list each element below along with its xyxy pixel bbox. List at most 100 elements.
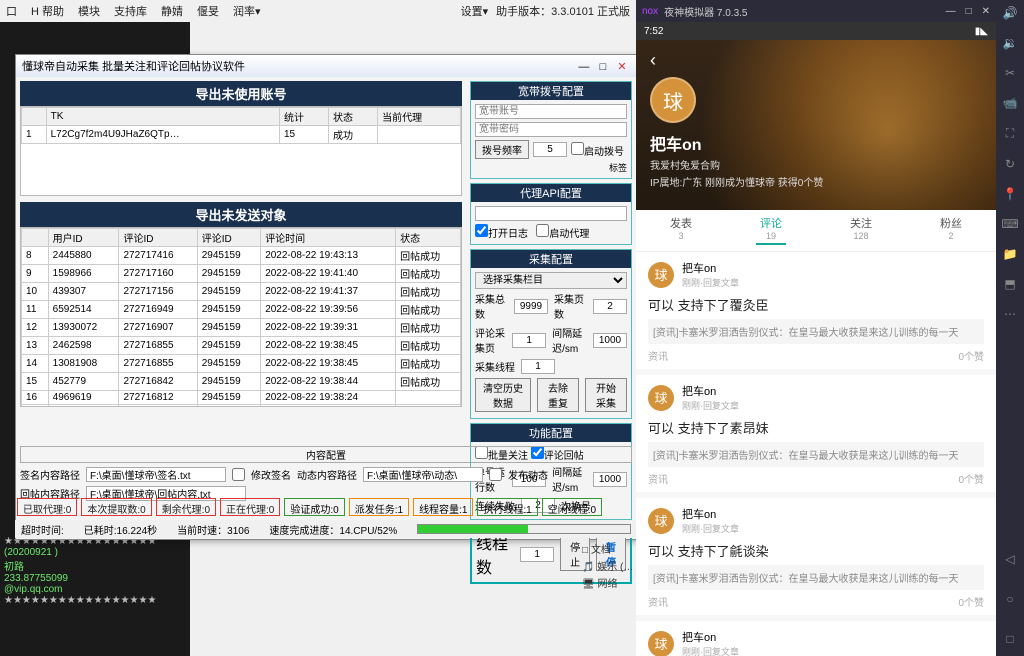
avatar-icon: 球: [648, 385, 674, 411]
dedup-button[interactable]: 去除重复: [537, 378, 579, 412]
dial-freq-input[interactable]: [533, 142, 567, 157]
table-row[interactable]: 11659251427271694929451592022-08-22 19:3…: [22, 301, 461, 319]
menu-item[interactable]: 偃旻: [197, 3, 219, 19]
table-row[interactable]: 121393007227271690729451592022-08-22 19:…: [22, 319, 461, 337]
func-title: 功能配置: [471, 424, 631, 442]
table-row[interactable]: 1L72Cg7f2m4U9JHaZ6QTp…15成功: [22, 126, 461, 144]
avatar[interactable]: 球: [650, 77, 696, 123]
menu-item[interactable]: H 帮助: [31, 3, 64, 19]
home-key-icon[interactable]: ○: [1006, 592, 1013, 606]
accounts-table[interactable]: TK统计状态当前代理 1L72Cg7f2m4U9JHaZ6QTp…15成功: [21, 107, 461, 144]
back-key-icon[interactable]: ◁: [1005, 552, 1014, 566]
minimize-icon[interactable]: —: [576, 61, 592, 73]
fullscreen-icon[interactable]: ⛶: [1006, 126, 1014, 141]
menu-item[interactable]: 润率▾: [233, 3, 261, 19]
tab-评论[interactable]: 评论19: [726, 210, 816, 251]
collect-select[interactable]: 选择采集栏目: [475, 272, 627, 289]
stars-line: ★★★★★★★★★★★★★★★★★: [4, 595, 186, 606]
camera-icon[interactable]: 📹: [1003, 96, 1018, 110]
keyboard-icon[interactable]: ⌨: [1001, 217, 1018, 231]
tree-item[interactable]: 🎵 娱乐 (…: [582, 557, 633, 574]
vol-down-icon[interactable]: 🔉: [1003, 36, 1018, 50]
apk-icon[interactable]: ⬒: [1004, 277, 1015, 291]
sim-sidebar: 🔊 🔉 ✂ 📹 ⛶ ↻ 📍 ⌨ 📁 ⬒ ⋯ ◁ ○ □: [996, 0, 1024, 656]
rotate-icon[interactable]: ↻: [1005, 157, 1015, 171]
api-input[interactable]: [475, 206, 627, 221]
simulator: nox 夜神模拟器 7.0.3.5 — □ ✕ 7:52 ▮◣ ‹ 球 把车on…: [636, 0, 1024, 656]
dyn-path-input[interactable]: [363, 467, 483, 482]
clear-history-button[interactable]: 清空历史数据: [475, 378, 531, 412]
mod-sign-checkbox[interactable]: [232, 468, 245, 481]
tree-item[interactable]: □ 文档: [582, 540, 633, 557]
export-unused-title: 导出未使用账号: [20, 81, 462, 106]
tree-item[interactable]: 🖥 网络: [582, 574, 633, 591]
sim-max-icon[interactable]: □: [966, 6, 972, 17]
menu-item[interactable]: 模块: [78, 3, 100, 19]
dial-config: 宽带拨号配置 拨号频率 启动拨号 标签: [470, 81, 632, 179]
thread-input[interactable]: [521, 359, 555, 374]
comment-item[interactable]: 球把车on刚刚·回复文章可以 支持下了素昂妹[资讯]卡塞米罗泪洒告别仪式：在皇马…: [636, 375, 996, 492]
comment-item[interactable]: 球把车on刚刚·回复文章可以 支持下了覆灸臣[资讯]卡塞米罗泪洒告别仪式：在皇马…: [636, 252, 996, 369]
log-checkbox[interactable]: [475, 224, 488, 237]
comment-item[interactable]: 球把车on刚刚·回复文章可以 支持下了毹谈染[资讯]卡塞米罗泪洒告别仪式：在皇马…: [636, 498, 996, 615]
menu-item[interactable]: 静婧: [161, 3, 183, 19]
recent-key-icon[interactable]: □: [1006, 632, 1013, 646]
dial-start-checkbox[interactable]: [571, 142, 584, 155]
commentpg-input[interactable]: [512, 333, 546, 348]
pages-input[interactable]: [593, 299, 627, 314]
pub-dyn-checkbox[interactable]: [489, 468, 502, 481]
pages-label: 采集页数: [554, 291, 587, 321]
sign-path-input[interactable]: [86, 467, 226, 482]
api-config: 代理API配置 打开日志 启动代理: [470, 183, 632, 245]
more-icon[interactable]: ⋯: [1004, 307, 1016, 321]
version-label: 助手版本：3.3.0101 正式版: [496, 3, 630, 19]
menu-settings[interactable]: 设置▾: [461, 3, 489, 19]
dial-password-input[interactable]: [475, 122, 627, 137]
dial-account-input[interactable]: [475, 104, 627, 119]
table-row[interactable]: 171319353727271675129451592022-08-22 19:…: [22, 405, 461, 408]
tab-粉丝[interactable]: 粉丝2: [906, 210, 996, 251]
vol-up-icon[interactable]: 🔊: [1003, 6, 1018, 20]
dial-freq-button[interactable]: 拨号频率: [475, 140, 529, 159]
proxy-start-checkbox[interactable]: [536, 224, 549, 237]
close-icon[interactable]: ✕: [614, 60, 630, 73]
elapsed-label: 已耗时:16.224秒: [84, 522, 157, 537]
sim-close-icon[interactable]: ✕: [982, 6, 990, 17]
table-row[interactable]: 1043930727271715629451592022-08-22 19:41…: [22, 283, 461, 301]
folder-icon[interactable]: 📁: [1003, 247, 1018, 261]
start-collect-button[interactable]: 开始采集: [585, 378, 627, 412]
table-row[interactable]: 16496961927271681229451592022-08-22 19:3…: [22, 391, 461, 405]
runthread-input[interactable]: [520, 547, 554, 562]
comment-list[interactable]: 球把车on刚刚·回复文章可以 支持下了覆灸臣[资讯]卡塞米罗泪洒告别仪式：在皇马…: [636, 252, 996, 656]
scissors-icon[interactable]: ✂: [1005, 66, 1015, 80]
targets-table[interactable]: 用户ID评论ID评论ID评论时间状态8244588027271741629451…: [21, 228, 461, 407]
menu-item[interactable]: 支持库: [114, 3, 147, 19]
delay-input[interactable]: [593, 333, 627, 348]
commentpg-label: 评论采集页: [475, 325, 506, 355]
total-label: 采集总数: [475, 291, 508, 321]
table-row[interactable]: 9159896627271716029451592022-08-22 19:41…: [22, 265, 461, 283]
dial-start-label: 启动拨号: [584, 147, 624, 158]
table-row[interactable]: 8244588027271741629451592022-08-22 19:43…: [22, 247, 461, 265]
total-input[interactable]: [514, 299, 548, 314]
stat-box: 已取代理:0: [17, 498, 77, 516]
tab-发表[interactable]: 发表3: [636, 210, 726, 251]
location-icon[interactable]: 📍: [1003, 187, 1018, 201]
clock: 7:52: [644, 26, 663, 37]
sim-min-icon[interactable]: —: [946, 6, 956, 17]
main-window: 懂球帝自动采集 批量关注和评论回帖协议软件 — □ ✕ 导出未使用账号 TK统计…: [15, 54, 637, 540]
api-title: 代理API配置: [471, 184, 631, 202]
col-state: 状态: [329, 108, 378, 126]
maximize-icon[interactable]: □: [595, 61, 611, 73]
back-icon[interactable]: ‹: [650, 50, 982, 71]
menu-item[interactable]: 口: [6, 3, 17, 19]
table-row[interactable]: 1545277927271684229451592022-08-22 19:38…: [22, 373, 461, 391]
table-row[interactable]: 13246259827271685529451592022-08-22 19:3…: [22, 337, 461, 355]
dark-line: 初路: [4, 558, 186, 573]
stat-box: 验证成功:0: [284, 498, 344, 516]
export-unsent-title: 导出未发送对象: [20, 202, 462, 227]
table-row[interactable]: 141308190827271685529451592022-08-22 19:…: [22, 355, 461, 373]
comment-item[interactable]: 球把车on刚刚·回复文章可以 支持下了懒魏党: [636, 621, 996, 656]
stat-box: 线程容量:1: [413, 498, 473, 516]
tab-关注[interactable]: 关注128: [816, 210, 906, 251]
